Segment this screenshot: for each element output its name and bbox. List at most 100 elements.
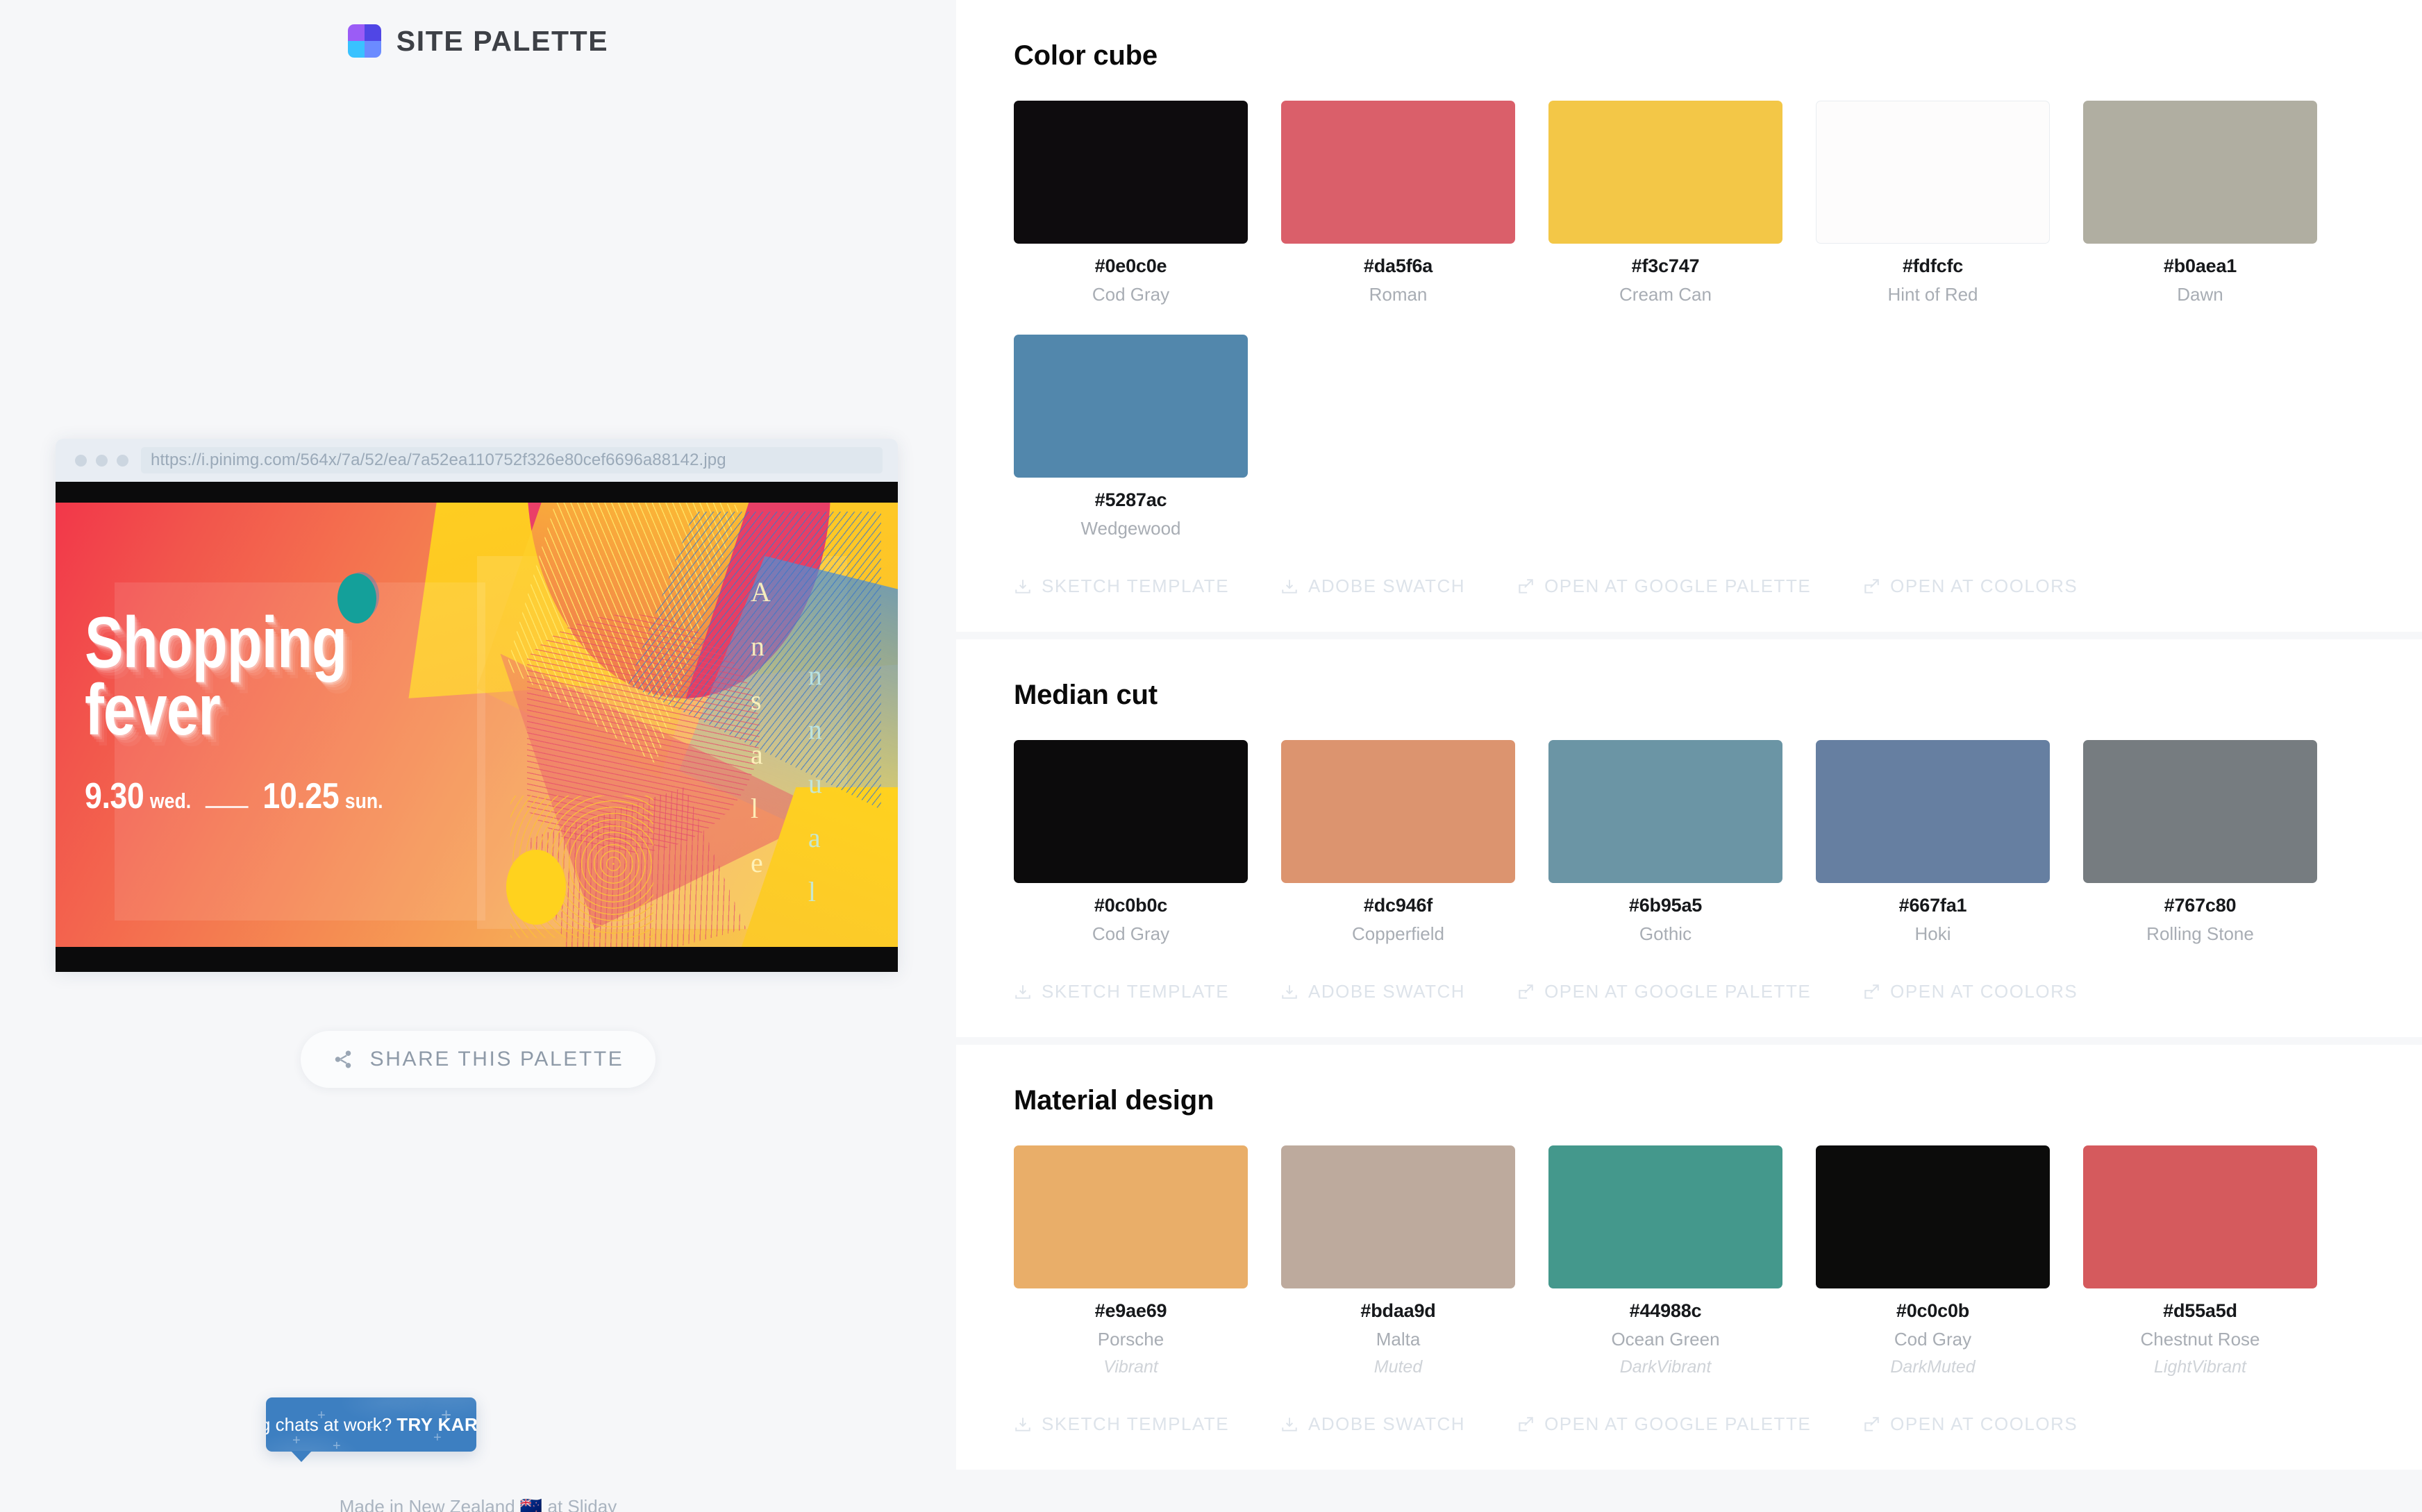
color-swatch[interactable]: #0c0b0c Cod Gray: [1014, 740, 1248, 945]
action-label: SKETCH TEMPLATE: [1042, 1413, 1229, 1435]
action-label: ADOBE SWATCH: [1308, 576, 1465, 597]
action-adobe-swatch[interactable]: ADOBE SWATCH: [1280, 576, 1465, 597]
poster-vertical-char: s: [751, 673, 771, 728]
swatch-name: Hint of Red: [1816, 284, 2050, 305]
poster-vertical-char: a: [808, 811, 822, 865]
color-swatch[interactable]: #d55a5d Chestnut Rose LightVibrant: [2083, 1145, 2317, 1377]
action-open-coolors[interactable]: OPEN AT COOLORS: [1862, 981, 2078, 1002]
swatch-chip[interactable]: [2083, 740, 2317, 883]
karmabot-cta[interactable]: TRY KARMABOT: [396, 1414, 476, 1436]
brand-name: SITE PALETTE: [396, 25, 608, 58]
swatch-chip[interactable]: [1816, 740, 2050, 883]
swatch-chip[interactable]: [1014, 740, 1248, 883]
action-label: OPEN AT GOOGLE PALETTE: [1544, 981, 1811, 1002]
color-swatch[interactable]: #b0aea1 Dawn: [2083, 101, 2317, 305]
section-actions: SKETCH TEMPLATE ADOBE SWATCH: [1014, 1377, 2360, 1470]
brand-header[interactable]: SITE PALETTE: [0, 0, 956, 64]
swatch-chip[interactable]: [1014, 335, 1248, 478]
swatch-chip[interactable]: [1548, 1145, 1782, 1288]
action-open-google-palette[interactable]: OPEN AT GOOGLE PALETTE: [1517, 981, 1811, 1002]
external-link-icon: [1862, 1416, 1880, 1434]
color-swatch[interactable]: #5287ac Wedgewood: [1014, 335, 1248, 539]
download-icon: [1014, 1416, 1032, 1434]
share-palette-button[interactable]: SHARE THIS PALETTE: [301, 1031, 656, 1088]
swatch-name: Cod Gray: [1014, 923, 1248, 945]
karmabot-banner[interactable]: + + + + + + 🔥 Using chats at work? TRY K…: [266, 1397, 476, 1452]
swatch-chip[interactable]: [1281, 1145, 1515, 1288]
swatch-chip[interactable]: [1816, 1145, 2050, 1288]
external-link-icon: [1517, 983, 1535, 1001]
swatch-chip[interactable]: [1816, 101, 2050, 244]
poster-vertical-char: n: [808, 703, 822, 757]
action-open-coolors[interactable]: OPEN AT COOLORS: [1862, 1413, 2078, 1435]
swatch-chip[interactable]: [1281, 740, 1515, 883]
decorative-plus-icon: +: [292, 1434, 301, 1447]
color-swatch[interactable]: #44988c Ocean Green DarkVibrant: [1548, 1145, 1782, 1377]
swatch-grid: #e9ae69 Porsche Vibrant #bdaa9d Malta Mu…: [1014, 1145, 2360, 1377]
external-link-icon: [1517, 578, 1535, 596]
swatch-chip[interactable]: [1281, 101, 1515, 244]
color-swatch[interactable]: #0e0c0e Cod Gray: [1014, 101, 1248, 305]
action-sketch-template[interactable]: SKETCH TEMPLATE: [1014, 1413, 1229, 1435]
swatch-chip[interactable]: [1548, 740, 1782, 883]
section-median-cut: Median cut #0c0b0c Cod Gray #dc946f C: [956, 639, 2422, 1037]
action-sketch-template[interactable]: SKETCH TEMPLATE: [1014, 981, 1229, 1002]
swatch-name: Wedgewood: [1014, 518, 1248, 539]
poster-vertical-char: e: [751, 836, 771, 890]
swatch-name: Cream Can: [1548, 284, 1782, 305]
swatch-name: Cod Gray: [1014, 284, 1248, 305]
url-bar[interactable]: https://i.pinimg.com/564x/7a/52/ea/7a52e…: [141, 447, 883, 473]
swatch-grid: #0e0c0e Cod Gray #da5f6a Roman: [1014, 101, 2360, 539]
color-swatch[interactable]: #0c0c0b Cod Gray DarkMuted: [1816, 1145, 2050, 1377]
swatch-kind: Vibrant: [1014, 1357, 1248, 1377]
action-open-coolors[interactable]: OPEN AT COOLORS: [1862, 576, 2078, 597]
action-open-google-palette[interactable]: OPEN AT GOOGLE PALETTE: [1517, 576, 1811, 597]
action-label: OPEN AT GOOGLE PALETTE: [1544, 1413, 1811, 1435]
color-swatch[interactable]: #6b95a5 Gothic: [1548, 740, 1782, 945]
swatch-chip[interactable]: [1014, 1145, 1248, 1288]
swatch-hex: #0e0c0e: [1014, 255, 1248, 277]
color-swatch[interactable]: #da5f6a Roman: [1281, 101, 1515, 305]
external-link-icon: [1862, 578, 1880, 596]
action-label: OPEN AT GOOGLE PALETTE: [1544, 576, 1811, 597]
swatch-hex: #0c0b0c: [1014, 895, 1248, 916]
swatch-chip[interactable]: [2083, 101, 2317, 244]
site-preview-image: Shopping fever 9.30 wed. 10.25 sun. A: [56, 482, 898, 972]
swatch-name: Chestnut Rose: [2083, 1329, 2317, 1350]
window-controls-icon: [71, 455, 128, 467]
action-adobe-swatch[interactable]: ADOBE SWATCH: [1280, 1413, 1465, 1435]
poster-date-end: 10.25: [262, 775, 339, 817]
swatch-name: Cod Gray: [1816, 1329, 2050, 1350]
logo-quadrant-3: [348, 41, 365, 58]
palette-sections: Color cube #0e0c0e Cod Gray #da5f6a R: [956, 0, 2422, 1512]
color-swatch[interactable]: #bdaa9d Malta Muted: [1281, 1145, 1515, 1377]
color-swatch[interactable]: #fdfcfc Hint of Red: [1816, 101, 2050, 305]
swatch-name: Ocean Green: [1548, 1329, 1782, 1350]
swatch-kind: DarkVibrant: [1548, 1357, 1782, 1377]
download-icon: [1280, 983, 1298, 1001]
swatch-name: Gothic: [1548, 923, 1782, 945]
poster-vertical-char: n: [808, 648, 822, 703]
color-swatch[interactable]: #e9ae69 Porsche Vibrant: [1014, 1145, 1248, 1377]
poster-vertical-col-right: n n u a l: [808, 648, 822, 919]
section-title: Color cube: [1014, 40, 2360, 72]
swatch-chip[interactable]: [1548, 101, 1782, 244]
swatch-name: Copperfield: [1281, 923, 1515, 945]
color-swatch[interactable]: #f3c747 Cream Can: [1548, 101, 1782, 305]
action-adobe-swatch[interactable]: ADOBE SWATCH: [1280, 981, 1465, 1002]
swatch-hex: #d55a5d: [2083, 1300, 2317, 1322]
section-material-design: Material design #e9ae69 Porsche Vibrant: [956, 1045, 2422, 1470]
poster-vertical-char: u: [808, 757, 822, 811]
swatch-name: Rolling Stone: [2083, 923, 2317, 945]
color-swatch[interactable]: #767c80 Rolling Stone: [2083, 740, 2317, 945]
swatch-chip[interactable]: [2083, 1145, 2317, 1288]
swatch-chip[interactable]: [1014, 101, 1248, 244]
section-title: Median cut: [1014, 680, 2360, 711]
poster-headline-line2: fever: [85, 677, 362, 745]
color-swatch[interactable]: #667fa1 Hoki: [1816, 740, 2050, 945]
action-sketch-template[interactable]: SKETCH TEMPLATE: [1014, 576, 1229, 597]
section-actions: SKETCH TEMPLATE ADOBE SWATCH: [1014, 539, 2360, 632]
color-swatch[interactable]: #dc946f Copperfield: [1281, 740, 1515, 945]
footer-made-in: Made in New Zealand 🇳🇿 at Sliday: [0, 1496, 956, 1512]
action-open-google-palette[interactable]: OPEN AT GOOGLE PALETTE: [1517, 1413, 1811, 1435]
